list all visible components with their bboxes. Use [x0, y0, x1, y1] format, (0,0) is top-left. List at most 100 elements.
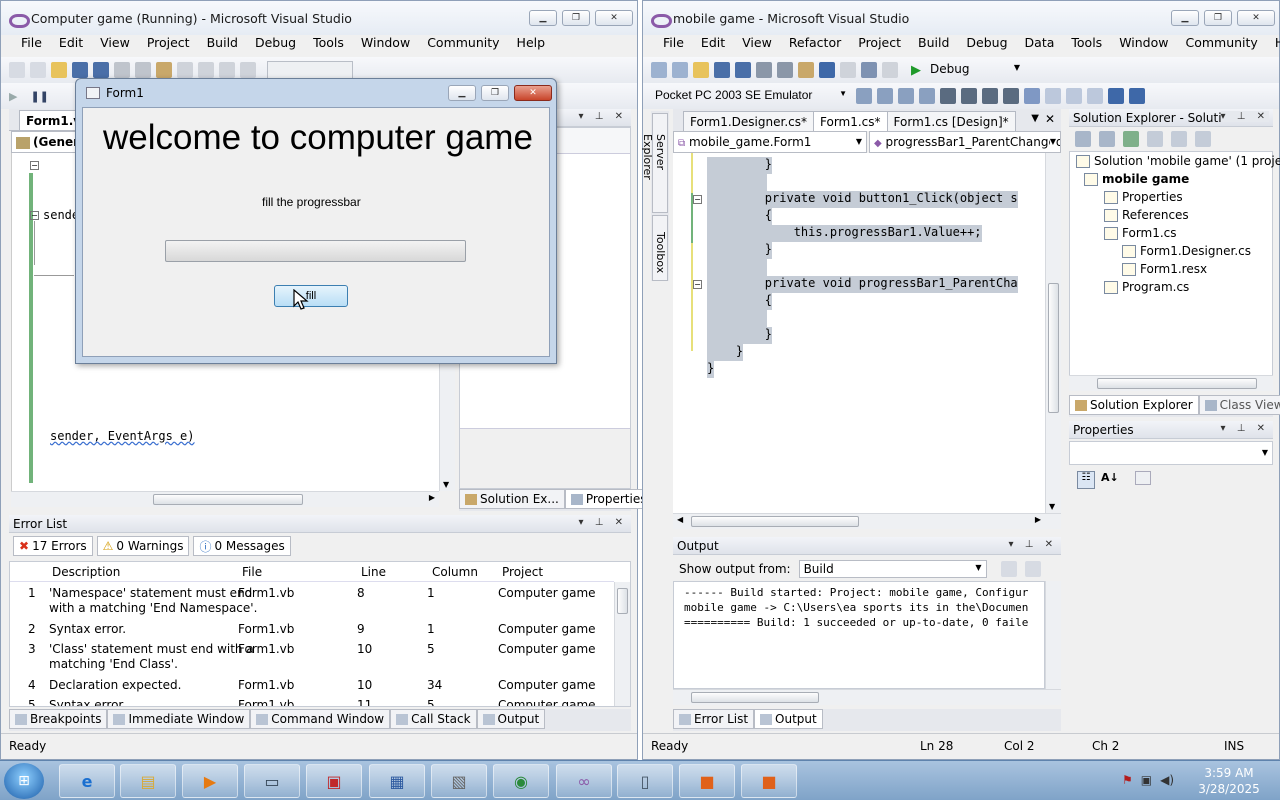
- paste-icon[interactable]: [156, 62, 172, 78]
- form-maximize-button[interactable]: ❐: [481, 85, 509, 101]
- menu-build[interactable]: Build: [910, 35, 958, 53]
- tab-form1-design[interactable]: Form1.cs [Design]*: [886, 111, 1016, 131]
- tree-item[interactable]: Properties: [1104, 190, 1183, 204]
- warnings-filter-button[interactable]: ⚠ 0 Warnings: [96, 536, 190, 556]
- maximize-button[interactable]: ❐: [562, 10, 590, 26]
- save-icon[interactable]: [72, 62, 88, 78]
- taskbar-form-app-1[interactable]: ■: [679, 764, 735, 798]
- bookmark-prev-icon[interactable]: [1045, 88, 1061, 104]
- output-source-select[interactable]: Build ▼: [798, 560, 987, 578]
- output-hscroll-thumb[interactable]: [691, 692, 819, 703]
- scroll-right-arrow[interactable]: ▶: [429, 493, 435, 502]
- menu-tools[interactable]: Tools: [305, 35, 353, 53]
- messages-filter-button[interactable]: ⓘ 0 Messages: [193, 536, 291, 556]
- taskbar-remote-desktop[interactable]: ▭: [244, 764, 300, 798]
- add-item-icon[interactable]: [672, 62, 688, 78]
- tab-immediate-window[interactable]: Immediate Window: [107, 709, 251, 729]
- minimize-button[interactable]: ▁: [1171, 10, 1199, 26]
- tree-item[interactable]: Solution 'mobile game' (1 project): [1076, 154, 1280, 168]
- tab-solution-explorer[interactable]: Solution Ex...: [459, 489, 565, 509]
- menu-view[interactable]: View: [92, 35, 139, 53]
- tree-item[interactable]: mobile game: [1084, 172, 1189, 186]
- device-icon[interactable]: [856, 88, 872, 104]
- start-button[interactable]: ⊞: [4, 763, 44, 799]
- outline-collapse-icon[interactable]: −: [693, 280, 702, 289]
- class-diagram-icon[interactable]: [1195, 131, 1211, 147]
- form-close-button[interactable]: ✕: [514, 85, 552, 101]
- taskbar-media-player[interactable]: ▶: [182, 764, 238, 798]
- right-vscroll-thumb[interactable]: [1048, 283, 1059, 413]
- menu-debug[interactable]: Debug: [247, 35, 305, 53]
- alphabetical-icon[interactable]: A↓: [1101, 471, 1119, 489]
- undo-icon[interactable]: [177, 62, 193, 78]
- uncomment-icon[interactable]: [1003, 88, 1019, 104]
- column-file[interactable]: File: [242, 565, 262, 579]
- new-project-icon[interactable]: [651, 62, 667, 78]
- scroll-left-arrow[interactable]: ◀: [677, 515, 683, 524]
- solution-hscroll-thumb[interactable]: [1097, 378, 1257, 389]
- table-row[interactable]: 3 'Class' statement must end with a matchi…: [10, 642, 612, 676]
- tree-item[interactable]: References: [1104, 208, 1189, 222]
- back-icon[interactable]: [1108, 88, 1124, 104]
- save-all-icon[interactable]: [93, 62, 109, 78]
- format-icon[interactable]: [898, 88, 914, 104]
- column-line[interactable]: Line: [361, 565, 386, 579]
- save-all-icon[interactable]: [735, 62, 751, 78]
- add-item-icon[interactable]: [30, 62, 46, 78]
- panel-pin-close-icons[interactable]: ▾ ⊥ ✕: [1220, 111, 1269, 122]
- connect-icon[interactable]: [877, 88, 893, 104]
- tab-breakpoints[interactable]: Breakpoints: [9, 709, 108, 729]
- menu-window[interactable]: Window: [1111, 35, 1177, 53]
- show-all-files-icon[interactable]: [1099, 131, 1115, 147]
- word-wrap-icon[interactable]: [1024, 561, 1041, 577]
- bookmark-icon[interactable]: [1024, 88, 1040, 104]
- start-icon[interactable]: [240, 62, 256, 78]
- tab-call-stack[interactable]: Call Stack: [390, 709, 477, 729]
- tree-item[interactable]: Program.cs: [1104, 280, 1189, 294]
- right-hscroll-thumb[interactable]: [691, 516, 859, 527]
- properties-object-combo[interactable]: ▼: [1069, 441, 1273, 465]
- right-code-vscroll[interactable]: ▼: [1045, 153, 1061, 513]
- tab-close-icon[interactable]: ✕: [1045, 112, 1055, 126]
- right-code-editor[interactable]: − − } private void button1_Click(object …: [673, 153, 1045, 513]
- class-combo[interactable]: ⧉ mobile_game.Form1 ▼: [673, 131, 867, 153]
- menu-view[interactable]: View: [734, 35, 781, 53]
- taskbar-globe-app[interactable]: ◉: [493, 764, 549, 798]
- output-vscroll[interactable]: [1045, 581, 1061, 689]
- taskbar-internet-explorer[interactable]: e: [59, 764, 115, 798]
- indent-icon[interactable]: [940, 88, 956, 104]
- scroll-right-arrow[interactable]: ▶: [1035, 515, 1041, 524]
- menu-project[interactable]: Project: [850, 35, 910, 53]
- scroll-down-arrow[interactable]: ▼: [443, 480, 449, 489]
- copy-icon[interactable]: [777, 62, 793, 78]
- tab-command-window[interactable]: Command Window: [250, 709, 391, 729]
- menu-build[interactable]: Build: [199, 35, 247, 53]
- menu-debug[interactable]: Debug: [958, 35, 1016, 53]
- outline-collapse-icon[interactable]: −: [30, 161, 39, 170]
- close-button[interactable]: ✕: [1237, 10, 1275, 26]
- table-row[interactable]: 5 Syntax error. Form1.vb 11 5 Computer game: [10, 698, 612, 706]
- cut-icon[interactable]: [756, 62, 772, 78]
- tab-toolbox[interactable]: Toolbox: [652, 215, 668, 281]
- refresh-icon[interactable]: [1123, 131, 1139, 147]
- tray-volume-icon[interactable]: ◀): [1160, 773, 1174, 787]
- tab-class-view[interactable]: Class View: [1198, 395, 1280, 415]
- left-code-hscroll[interactable]: ▶: [11, 491, 439, 507]
- menu-community[interactable]: Community: [419, 35, 508, 53]
- open-folder-icon[interactable]: [693, 62, 709, 78]
- panel-pin-close-icons[interactable]: ▾ ⊥ ✕: [579, 111, 627, 122]
- copy-icon[interactable]: [135, 62, 151, 78]
- navigate-forward-icon[interactable]: [882, 62, 898, 78]
- paste-icon[interactable]: [798, 62, 814, 78]
- config-combo[interactable]: Debug ▼: [926, 61, 1022, 79]
- taskbar-device-emulator[interactable]: ▯: [617, 764, 673, 798]
- menu-tools[interactable]: Tools: [1063, 35, 1111, 53]
- view-code-icon[interactable]: [1147, 131, 1163, 147]
- menu-file[interactable]: File: [13, 35, 51, 53]
- close-button[interactable]: ✕: [595, 10, 633, 26]
- redo-icon[interactable]: [840, 62, 856, 78]
- tray-clock[interactable]: 3:59 AM 3/28/2025: [1190, 765, 1268, 797]
- redo-icon[interactable]: [198, 62, 214, 78]
- properties-icon[interactable]: [1075, 131, 1091, 147]
- table-row[interactable]: 2 Syntax error. Form1.vb 9 1 Computer game: [10, 622, 612, 642]
